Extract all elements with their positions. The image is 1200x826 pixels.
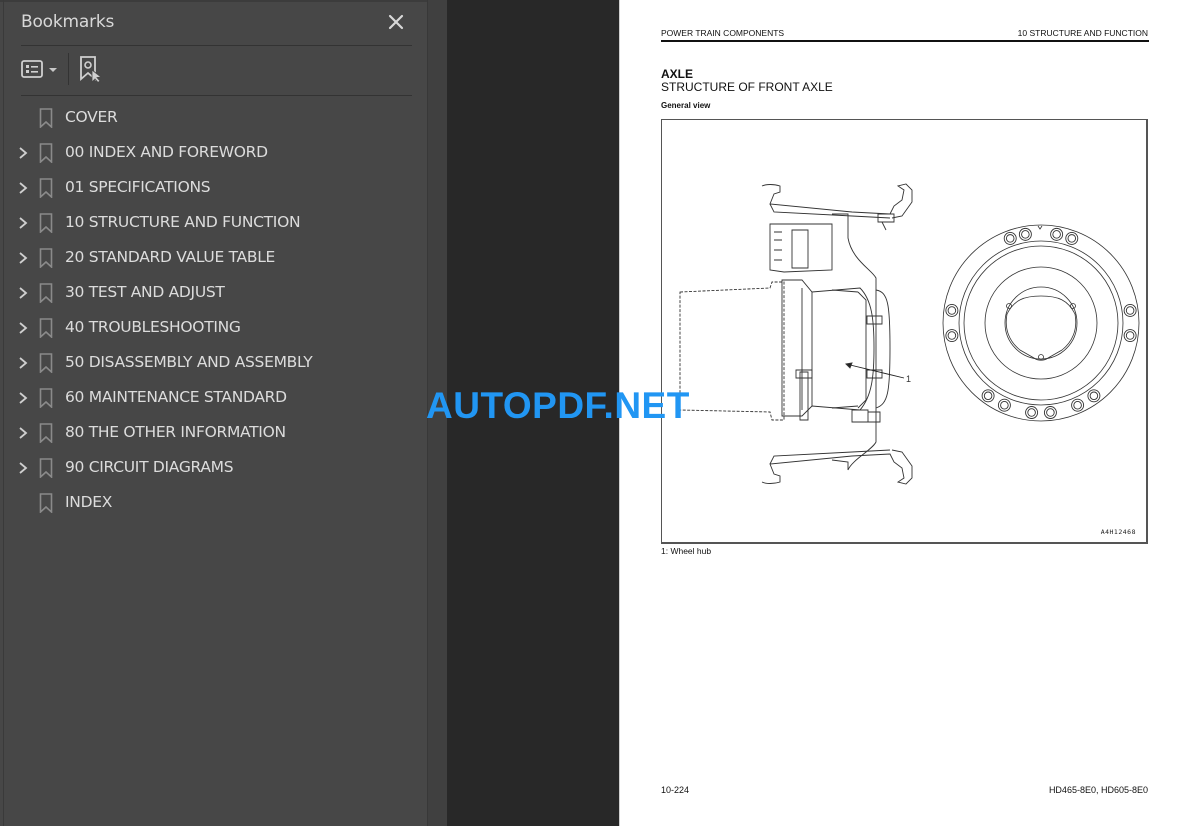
bookmark-label: 10 STRUCTURE AND FUNCTION	[65, 213, 301, 231]
bookmark-icon	[39, 108, 53, 129]
bookmark-item[interactable]: INDEX	[0, 485, 427, 520]
figure-frame: 1 A4H12468	[661, 119, 1148, 544]
bookmark-label: 80 THE OTHER INFORMATION	[65, 423, 286, 441]
callout-label: 1	[906, 374, 911, 384]
bookmark-list: COVER 00 INDEX AND FOREWORD 01 SPECIFICATI…	[0, 100, 427, 520]
bookmark-label: 60 MAINTENANCE STANDARD	[65, 388, 287, 406]
bookmark-item[interactable]: 60 MAINTENANCE STANDARD	[0, 380, 427, 415]
bookmark-label: COVER	[65, 108, 118, 126]
bookmark-label: 40 TROUBLESHOOTING	[65, 318, 241, 336]
bookmark-item[interactable]: 30 TEST AND ADJUST	[0, 275, 427, 310]
pdf-viewer: Bookmarks COVER 00 INDEX AND FOREWORD 01…	[0, 0, 1200, 826]
bolt-inner	[1021, 230, 1030, 239]
bookmark-icon	[39, 178, 53, 199]
expand-chevron-icon[interactable]	[17, 460, 29, 476]
expand-chevron-icon[interactable]	[17, 355, 29, 371]
toolbar-divider	[68, 53, 69, 85]
pdf-page: POWER TRAIN COMPONENTS 10 STRUCTURE AND …	[619, 0, 1200, 826]
page-number: 10-224	[661, 785, 690, 795]
bolt-inner	[1005, 234, 1015, 243]
model-numbers: HD465-8E0, HD605-8E0	[1048, 785, 1148, 795]
bolt-inner	[1125, 331, 1135, 340]
close-panel-button[interactable]	[385, 11, 407, 33]
bolt-inner	[1052, 230, 1061, 239]
bookmark-label: 20 STANDARD VALUE TABLE	[65, 248, 276, 266]
bookmark-item[interactable]: COVER	[0, 100, 427, 135]
page-header-right: 10 STRUCTURE AND FUNCTION	[1017, 28, 1148, 38]
bookmark-item[interactable]: 00 INDEX AND FOREWORD	[0, 135, 427, 170]
bookmark-icon	[39, 283, 53, 304]
bookmark-icon	[39, 353, 53, 374]
expand-chevron-icon[interactable]	[17, 180, 29, 196]
expand-chevron-icon[interactable]	[17, 285, 29, 301]
figure-caption: 1: Wheel hub	[661, 546, 712, 556]
bookmark-label: 01 SPECIFICATIONS	[65, 178, 211, 196]
bookmark-item[interactable]: 40 TROUBLESHOOTING	[0, 310, 427, 345]
close-icon	[388, 14, 404, 30]
bolt-inner	[983, 391, 993, 401]
bolt-inner	[1000, 400, 1009, 410]
expand-chevron-icon[interactable]	[17, 250, 29, 266]
bookmark-icon	[39, 493, 53, 514]
bolt-inner	[947, 306, 957, 315]
bolt-inner	[1027, 408, 1036, 417]
expand-chevron-icon[interactable]	[17, 320, 29, 336]
bookmark-label: INDEX	[65, 493, 113, 511]
bookmark-label: 30 TEST AND ADJUST	[65, 283, 225, 301]
bookmark-icon	[39, 458, 53, 479]
bookmark-options-button[interactable]	[20, 58, 60, 82]
bookmarks-panel: Bookmarks COVER 00 INDEX AND FOREWORD 01…	[0, 0, 427, 826]
list-options-icon	[21, 60, 57, 78]
section-subtitle: STRUCTURE OF FRONT AXLE	[661, 80, 833, 94]
expand-chevron-icon[interactable]	[17, 425, 29, 441]
panel-divider	[21, 45, 412, 46]
panel-title: Bookmarks	[21, 12, 115, 32]
hub-front-view	[942, 224, 1140, 422]
section-title: AXLE	[661, 67, 694, 81]
bookmark-label: 00 INDEX AND FOREWORD	[65, 143, 268, 161]
bookmark-icon	[39, 143, 53, 164]
figure-code: A4H12468	[1100, 528, 1136, 536]
expand-chevron-icon[interactable]	[17, 145, 29, 161]
axle-cross-section	[679, 183, 913, 485]
bolt-inner	[1073, 400, 1082, 410]
panel-top-border	[0, 0, 427, 2]
bookmark-icon	[39, 388, 53, 409]
bookmark-item[interactable]: 10 STRUCTURE AND FUNCTION	[0, 205, 427, 240]
bolt-inner	[1067, 234, 1077, 243]
bookmark-icon	[39, 248, 53, 269]
front-axle-drawing: 1	[679, 183, 1140, 485]
bookmark-icon	[39, 213, 53, 234]
subheading: General view	[661, 101, 711, 110]
header-rule	[661, 40, 1149, 42]
hub-bolt-circles	[945, 227, 1137, 419]
bookmark-label: 90 CIRCUIT DIAGRAMS	[65, 458, 234, 476]
find-current-bookmark-icon	[80, 56, 103, 84]
bookmark-label: 50 DISASSEMBLY AND ASSEMBLY	[65, 353, 313, 371]
expand-chevron-icon[interactable]	[17, 215, 29, 231]
bolt-inner	[1046, 408, 1055, 417]
watermark: AUTOPDF.NET	[426, 385, 690, 426]
bookmark-item[interactable]: 01 SPECIFICATIONS	[0, 170, 427, 205]
bookmark-icon	[39, 423, 53, 444]
panel-divider	[21, 95, 412, 96]
bolt-inner	[1089, 391, 1099, 401]
bookmark-item[interactable]: 90 CIRCUIT DIAGRAMS	[0, 450, 427, 485]
bolt-inner	[947, 331, 957, 340]
bookmark-item[interactable]: 80 THE OTHER INFORMATION	[0, 415, 427, 450]
bookmark-icon	[39, 318, 53, 339]
bookmark-item[interactable]: 50 DISASSEMBLY AND ASSEMBLY	[0, 345, 427, 380]
bookmark-item[interactable]: 20 STANDARD VALUE TABLE	[0, 240, 427, 275]
bolt-inner	[1125, 306, 1135, 315]
expand-chevron-icon[interactable]	[17, 390, 29, 406]
page-header-left: POWER TRAIN COMPONENTS	[661, 28, 785, 38]
find-current-bookmark-button[interactable]	[79, 55, 105, 84]
